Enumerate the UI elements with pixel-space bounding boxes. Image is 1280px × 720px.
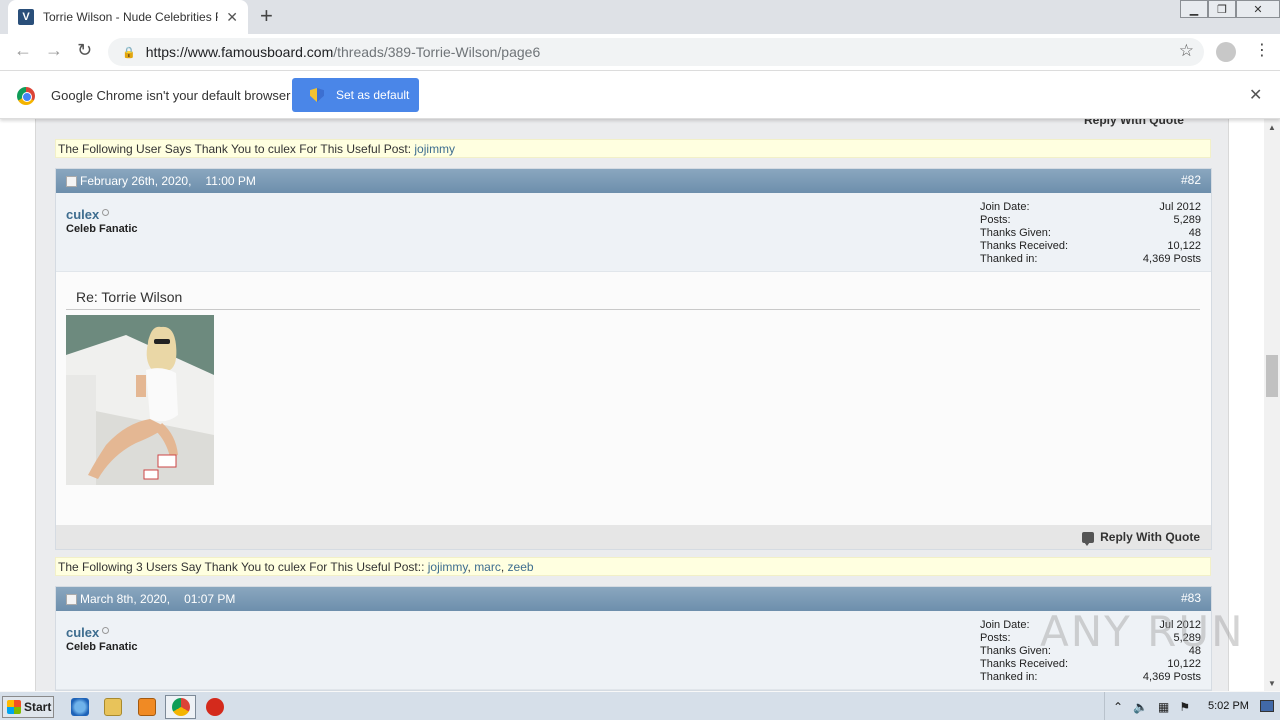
post-header: February 26th, 2020, 11:00 PM #82 bbox=[56, 169, 1211, 193]
forward-arrow-icon[interactable]: → bbox=[45, 40, 63, 61]
scroll-up-icon[interactable]: ▲ bbox=[1264, 119, 1280, 135]
reload-icon[interactable]: ↻ bbox=[77, 40, 92, 61]
thanks-user-link[interactable]: jojimmy bbox=[414, 142, 455, 156]
offline-status-icon bbox=[102, 627, 109, 634]
post-number-link[interactable]: #82 bbox=[1181, 173, 1201, 187]
reply-with-quote-label: Reply With Quote bbox=[1100, 530, 1200, 544]
start-button[interactable]: Start bbox=[2, 696, 54, 718]
window-close-icon[interactable]: ✕ bbox=[1236, 0, 1280, 18]
post-number-link[interactable]: #83 bbox=[1181, 591, 1201, 605]
user-info: culex Celeb Fanatic Join Date: Jul 2012 P… bbox=[56, 611, 1211, 690]
tab-close-icon[interactable]: ✕ bbox=[226, 9, 238, 26]
kebab-menu-icon[interactable]: ⋮ bbox=[1254, 40, 1270, 60]
shield-icon bbox=[310, 88, 324, 102]
offline-status-icon bbox=[102, 209, 109, 216]
stat-row: Join Date: Jul 2012 bbox=[980, 201, 1201, 213]
window-controls: ▁ ❐ ✕ bbox=[1180, 0, 1280, 18]
lock-icon: 🔒 bbox=[122, 46, 136, 59]
stat-row: Posts: 5,289 bbox=[980, 214, 1201, 226]
user-title: Celeb Fanatic bbox=[66, 641, 138, 653]
post-time: 11:00 PM bbox=[205, 174, 256, 188]
browser-toolbar: ← → ↻ 🔒 https://www.famousboard.com/thre… bbox=[0, 34, 1280, 71]
new-tab-icon[interactable]: + bbox=[260, 5, 273, 27]
title-divider bbox=[66, 309, 1200, 310]
opera-icon[interactable] bbox=[206, 698, 224, 716]
scroll-down-icon[interactable]: ▼ bbox=[1264, 675, 1280, 691]
volume-icon[interactable]: 🔈 bbox=[1133, 700, 1148, 714]
stat-row: Thanks Given: 48 bbox=[980, 227, 1201, 239]
post-icon bbox=[66, 593, 77, 605]
tab-strip: V Torrie Wilson - Nude Celebrities Forum… bbox=[0, 0, 1280, 34]
network-icon[interactable]: ▦ bbox=[1158, 700, 1169, 714]
infobar-close-icon[interactable]: ✕ bbox=[1249, 85, 1262, 105]
post-body: Re: Torrie Wilson bbox=[56, 272, 1211, 525]
chrome-logo-icon bbox=[17, 87, 35, 105]
site-favicon-icon: V bbox=[18, 9, 34, 25]
thanks-bar: The Following User Says Thank You to cul… bbox=[55, 139, 1211, 158]
clock[interactable]: 5:02 PM bbox=[1208, 700, 1249, 712]
infobar-message: Google Chrome isn't your default browser bbox=[51, 88, 291, 103]
post-83: March 8th, 2020, 01:07 PM #83 culex Cele… bbox=[55, 586, 1212, 691]
user-stats: Join Date: Jul 2012 Posts: 5,289 Thanks Gi… bbox=[980, 201, 1201, 266]
post-header: March 8th, 2020, 01:07 PM #83 bbox=[56, 587, 1211, 611]
user-title: Celeb Fanatic bbox=[66, 223, 138, 235]
post-time: 01:07 PM bbox=[184, 592, 236, 606]
back-arrow-icon[interactable]: ← bbox=[14, 40, 32, 61]
tab-title: Torrie Wilson - Nude Celebrities Forum bbox=[43, 10, 218, 24]
tray-expand-icon[interactable]: ⌃ bbox=[1113, 700, 1123, 714]
post-date: March 8th, 2020, bbox=[80, 592, 171, 606]
star-icon[interactable]: ☆ bbox=[1179, 41, 1194, 61]
browser-tab[interactable]: V Torrie Wilson - Nude Celebrities Forum… bbox=[8, 0, 248, 34]
post-icon bbox=[66, 175, 77, 187]
minimize-icon[interactable]: ▁ bbox=[1180, 0, 1208, 18]
address-bar[interactable]: 🔒 https://www.famousboard.com/threads/38… bbox=[108, 38, 1204, 66]
reply-with-quote-button-top[interactable]: Reply With Quote bbox=[1084, 119, 1184, 127]
windows-taskbar: Start ⌃ 🔈 ▦ ⚑ 5:02 PM bbox=[0, 691, 1280, 720]
page-scrollbar[interactable]: ▲ ▼ bbox=[1264, 119, 1280, 691]
windows-logo-icon bbox=[7, 700, 21, 714]
watermark: ANY RUN bbox=[1040, 607, 1245, 656]
thanks-bar: The Following 3 Users Say Thank You to c… bbox=[55, 557, 1211, 576]
folder-icon[interactable] bbox=[104, 698, 122, 716]
profile-avatar[interactable] bbox=[1216, 42, 1236, 62]
post-title: Re: Torrie Wilson bbox=[76, 289, 183, 305]
restore-icon[interactable]: ❐ bbox=[1208, 0, 1236, 18]
stat-row: Thanks Received: 10,122 bbox=[980, 658, 1201, 670]
set-as-default-button[interactable]: Set as default bbox=[292, 78, 419, 112]
show-desktop-button[interactable] bbox=[1260, 700, 1274, 712]
username-link[interactable]: culex bbox=[66, 207, 99, 222]
stat-row: Thanks Received: 10,122 bbox=[980, 240, 1201, 252]
scroll-thumb[interactable] bbox=[1266, 355, 1278, 397]
user-info: culex Celeb Fanatic Join Date: Jul 2012 P… bbox=[56, 193, 1211, 272]
flag-icon[interactable]: ⚑ bbox=[1179, 700, 1190, 714]
thanks-user-link[interactable]: marc bbox=[474, 560, 501, 574]
reply-with-quote-button[interactable]: Reply With Quote bbox=[1082, 530, 1200, 546]
post-date: February 26th, 2020, bbox=[80, 174, 192, 188]
set-as-default-label: Set as default bbox=[336, 88, 410, 102]
post-photo[interactable] bbox=[66, 315, 214, 485]
system-tray: ⌃ 🔈 ▦ ⚑ bbox=[1104, 692, 1190, 720]
thanks-user-link[interactable]: zeeb bbox=[508, 560, 534, 574]
default-browser-infobar: Google Chrome isn't your default browser… bbox=[0, 71, 1280, 119]
stat-row: Thanked in: 4,369 Posts bbox=[980, 253, 1201, 265]
url-text: https://www.famousboard.com/threads/389-… bbox=[145, 44, 541, 60]
post-82: February 26th, 2020, 11:00 PM #82 culex … bbox=[55, 168, 1212, 550]
page-viewport: Reply With Quote The Following User Says… bbox=[0, 119, 1264, 691]
quote-icon bbox=[1082, 531, 1095, 546]
stat-row: Thanked in: 4,369 Posts bbox=[980, 671, 1201, 683]
media-player-icon[interactable] bbox=[138, 698, 156, 716]
chrome-icon bbox=[172, 698, 190, 716]
internet-explorer-icon[interactable] bbox=[71, 698, 89, 716]
thanks-user-link[interactable]: jojimmy bbox=[428, 560, 468, 574]
username-link[interactable]: culex bbox=[66, 625, 99, 640]
post-footer: Reply With Quote bbox=[56, 525, 1211, 549]
